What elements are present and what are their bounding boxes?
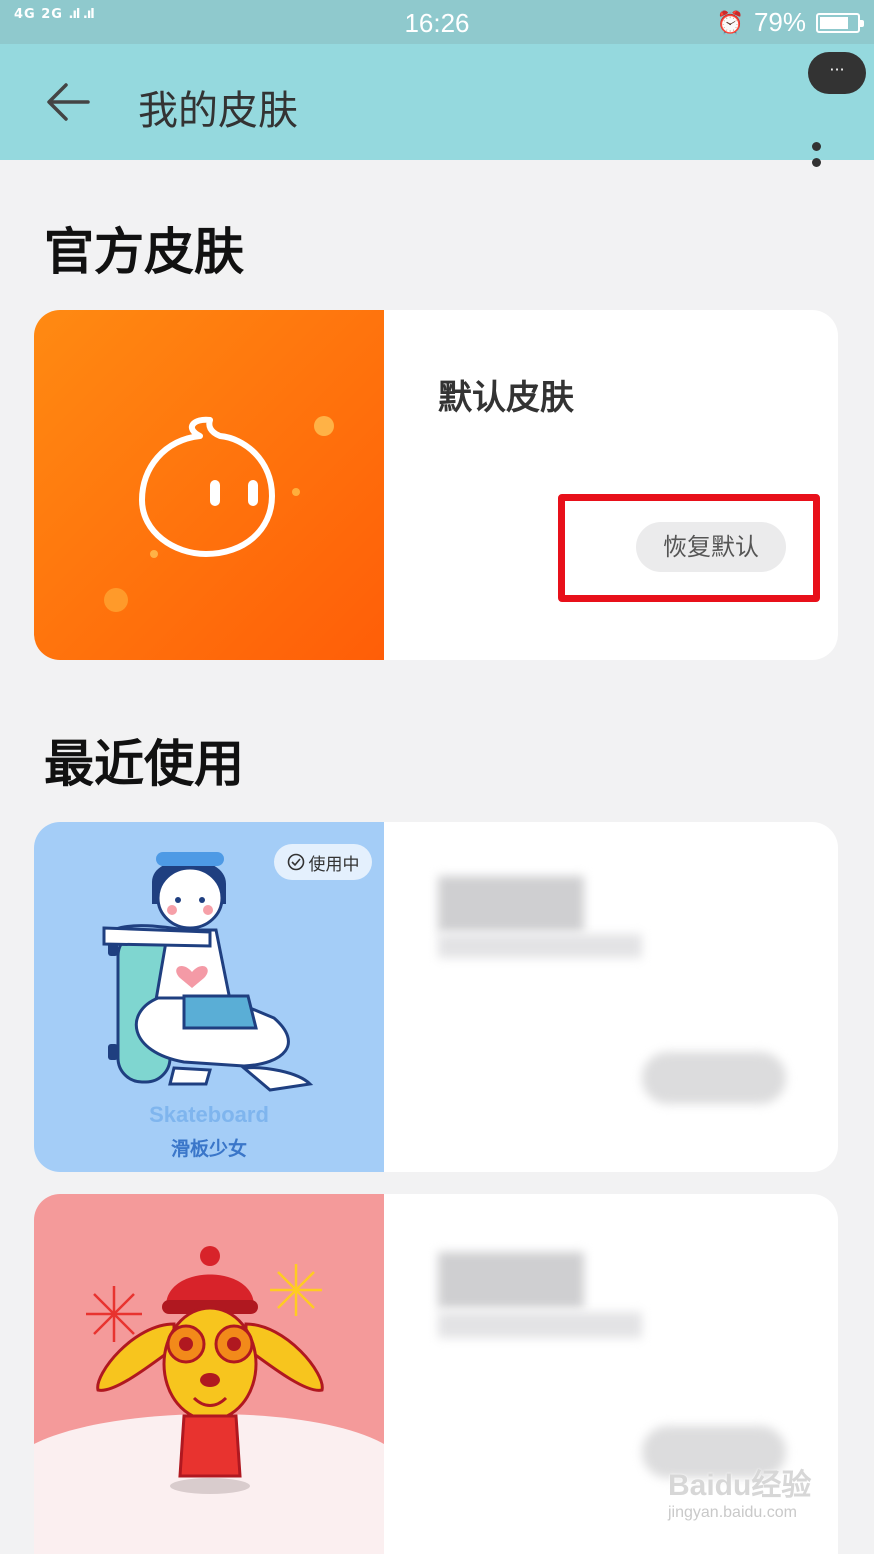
in-use-badge: 使用中 — [274, 844, 372, 880]
blurred-skin-name — [438, 876, 584, 932]
skateboard-skin-thumbnail[interactable]: 使用中 Skateboard 滑板少女 — [34, 822, 384, 1172]
default-skin-card[interactable]: 默认皮肤 恢复默认 — [34, 310, 838, 660]
battery-icon — [816, 12, 864, 33]
message-bubble-icon[interactable]: ··· — [808, 52, 866, 94]
back-button[interactable] — [40, 74, 96, 130]
more-dot-icon — [812, 158, 821, 167]
default-skin-thumbnail[interactable] — [34, 310, 384, 660]
more-dot-icon — [812, 142, 821, 151]
default-skin-name: 默认皮肤 — [438, 378, 574, 418]
orange-mascot-image — [34, 310, 384, 660]
recent-skin-card[interactable]: 使用中 Skateboard 滑板少女 — [34, 822, 838, 1172]
app-bar: 我的皮肤 — [0, 44, 874, 167]
blurred-skin-subtitle — [438, 934, 642, 958]
more-menu-button[interactable] — [806, 90, 826, 170]
status-right: ⏰ 79% — [716, 7, 864, 38]
baidu-watermark: Baidu经验 jingyan.baidu.com — [668, 1460, 838, 1540]
blurred-action-button[interactable] — [642, 1052, 786, 1104]
status-bar: 4G 2G .ıl .ıl 16:26 ⏰ 79% — [0, 0, 874, 44]
puppy-skin-thumbnail[interactable] — [34, 1194, 384, 1554]
back-arrow-icon — [47, 83, 90, 121]
blurred-skin-subtitle — [438, 1312, 642, 1338]
alarm-icon: ⏰ — [716, 9, 744, 35]
check-circle-icon — [287, 853, 304, 871]
section-title-recent: 最近使用 — [44, 735, 244, 793]
page-title: 我的皮肤 — [138, 88, 298, 134]
watermark-url: jingyan.baidu.com — [668, 1504, 797, 1521]
blurred-skin-name — [438, 1252, 584, 1308]
puppy-new-year-image — [34, 1194, 384, 1554]
thumbnail-title-cn: 滑板少女 — [170, 1138, 247, 1160]
watermark-logo: Baidu经验 — [668, 1469, 812, 1502]
highlight-annotation — [558, 494, 820, 602]
thumbnail-title-en: Skateboard — [149, 1102, 269, 1127]
in-use-label: 使用中 — [308, 854, 360, 875]
section-title-official: 官方皮肤 — [44, 223, 244, 281]
battery-percent: 79% — [753, 7, 806, 37]
